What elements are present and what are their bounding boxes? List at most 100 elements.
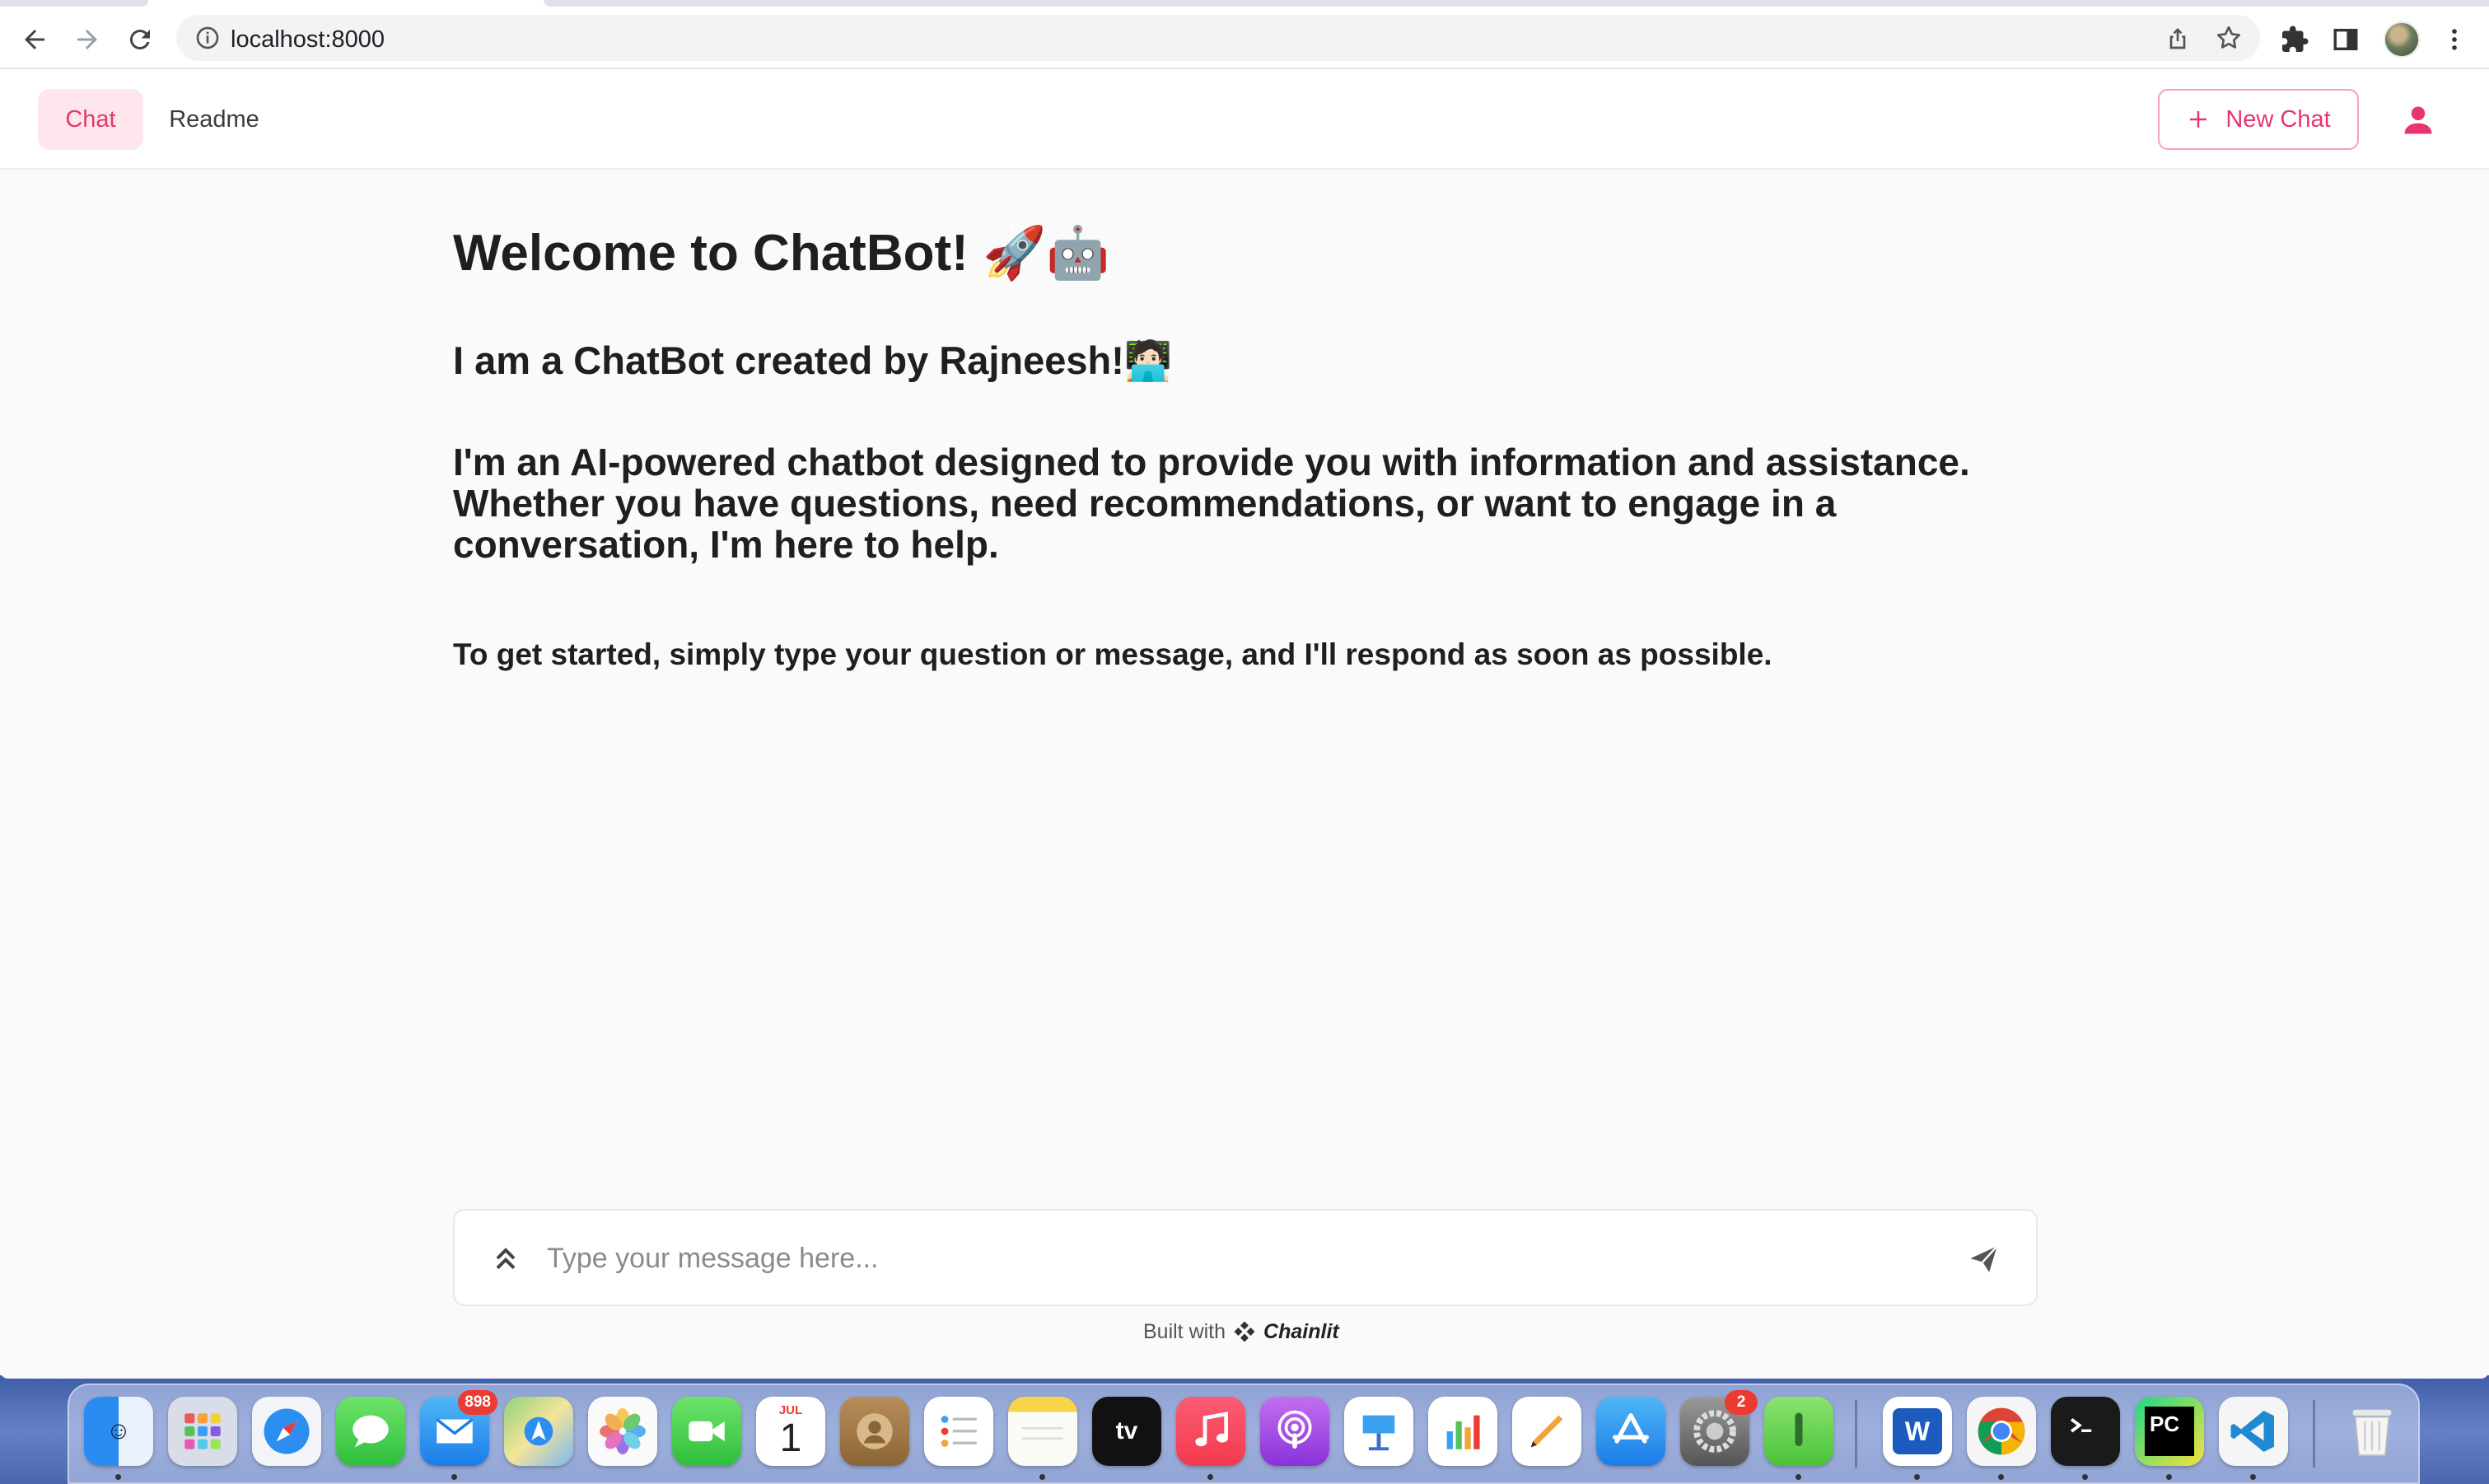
calendar-day: 1 — [779, 1416, 802, 1460]
forward-button[interactable] — [69, 21, 105, 58]
reminders-icon[interactable] — [924, 1397, 993, 1466]
pages-icon[interactable] — [1512, 1397, 1581, 1466]
safari-icon[interactable] — [252, 1397, 321, 1466]
maps-icon[interactable] — [504, 1397, 573, 1466]
reload-button[interactable] — [122, 21, 158, 58]
user-icon[interactable] — [2400, 102, 2436, 138]
address-bar[interactable]: localhost:8000 — [176, 15, 2260, 61]
built-with-footer: Built with Chainlit — [1143, 1319, 1339, 1344]
chrome-icon[interactable] — [1967, 1397, 2036, 1466]
window-bottom-edge — [0, 1370, 2489, 1379]
tabstrip-background — [544, 0, 2489, 7]
calendar-icon[interactable]: JUL 1 — [756, 1397, 825, 1466]
built-with-text: Built with — [1143, 1319, 1226, 1343]
chrome-logo-icon — [1978, 1407, 2025, 1455]
side-panel-button[interactable] — [2329, 23, 2362, 56]
share-icon[interactable] — [2164, 25, 2191, 51]
reload-icon — [129, 30, 150, 50]
app-store-icon[interactable] — [1596, 1397, 1665, 1466]
utility-app-icon[interactable] — [1764, 1397, 1833, 1466]
keynote-icon[interactable] — [1344, 1397, 1413, 1466]
browser-tab[interactable] — [0, 0, 148, 7]
mail-badge: 898 — [458, 1390, 497, 1415]
running-indicator — [1039, 1474, 1045, 1480]
running-indicator — [2166, 1474, 2172, 1480]
podcasts-icon[interactable] — [1260, 1397, 1329, 1466]
flower-icon — [600, 1408, 646, 1454]
arrow-left-icon — [25, 30, 44, 49]
new-chat-button[interactable]: New Chat — [2158, 89, 2359, 150]
messages-icon[interactable] — [336, 1397, 405, 1466]
contacts-icon[interactable] — [840, 1397, 909, 1466]
welcome-subtitle: I am a ChatBot created by Rajneesh!🧑🏻‍💻 — [453, 338, 1173, 382]
chainlit-logo-icon — [1234, 1321, 1255, 1342]
dock-separator — [1855, 1400, 1857, 1468]
side-panel-icon — [2333, 28, 2358, 51]
apple-tv-icon[interactable]: tv — [1092, 1397, 1161, 1466]
bookmark-star-icon[interactable] — [2214, 23, 2244, 53]
dock: ☺ 898 JUL 1 tv 2 W PC — [68, 1384, 2420, 1484]
running-indicator — [1914, 1474, 1920, 1480]
browser-profile-avatar[interactable] — [2384, 21, 2420, 58]
arrow-right-icon — [77, 30, 97, 49]
tv-label: tv — [1115, 1417, 1138, 1444]
notes-icon[interactable] — [1008, 1397, 1077, 1466]
back-button[interactable] — [16, 21, 53, 58]
grid-icon — [184, 1413, 221, 1449]
settings-badge: 2 — [1725, 1390, 1758, 1415]
facetime-icon[interactable] — [672, 1397, 741, 1466]
compass-icon — [264, 1408, 310, 1454]
extensions-button[interactable] — [2278, 23, 2311, 56]
chevrons-up-icon[interactable] — [489, 1242, 522, 1275]
pycharm-icon[interactable]: PC — [2135, 1397, 2204, 1466]
info-icon[interactable] — [194, 25, 221, 51]
plus-icon — [2190, 111, 2207, 128]
photos-icon[interactable] — [588, 1397, 657, 1466]
podium-icon — [1362, 1415, 1395, 1451]
numbers-icon[interactable] — [1428, 1397, 1497, 1466]
puzzle-icon — [2282, 26, 2309, 52]
music-icon[interactable] — [1176, 1397, 1245, 1466]
chainlit-brand[interactable]: Chainlit — [1263, 1320, 1339, 1344]
vscode-icon[interactable] — [2219, 1397, 2288, 1466]
video-camera-icon — [689, 1421, 725, 1442]
browser-toolbar: localhost:8000 — [0, 7, 2489, 69]
checklist-icon — [941, 1416, 977, 1447]
running-indicator — [115, 1474, 121, 1480]
message-input[interactable] — [547, 1230, 1914, 1286]
mail-icon[interactable]: 898 — [420, 1390, 497, 1466]
url-text[interactable]: localhost:8000 — [231, 26, 385, 54]
music-note-icon — [1195, 1412, 1228, 1447]
pen-icon — [1530, 1415, 1563, 1448]
test-tube-icon — [1795, 1412, 1803, 1446]
podcast-icon — [1277, 1410, 1312, 1449]
trash-icon[interactable] — [2337, 1397, 2407, 1466]
terminal-prompt-icon — [2070, 1417, 2092, 1433]
finder-icon[interactable]: ☺ — [84, 1397, 153, 1466]
app-header: Chat Readme New Chat — [0, 69, 2489, 170]
word-icon[interactable]: W — [1883, 1397, 1952, 1466]
person-icon — [857, 1413, 893, 1449]
speech-bubble-icon — [353, 1415, 389, 1448]
running-indicator — [1796, 1474, 1801, 1480]
trash-can-icon — [2352, 1409, 2392, 1457]
message-composer — [453, 1209, 2038, 1306]
system-settings-icon[interactable]: 2 — [1680, 1390, 1758, 1466]
browser-menu-button[interactable] — [2438, 23, 2471, 56]
bar-chart-icon — [1446, 1415, 1480, 1449]
tab-readme[interactable]: Readme — [150, 89, 278, 150]
welcome-description: I'm an AI-powered chatbot designed to pr… — [453, 441, 1970, 566]
running-indicator — [1207, 1474, 1213, 1480]
new-chat-label: New Chat — [2225, 105, 2331, 133]
send-icon[interactable] — [1967, 1242, 2001, 1276]
more-vertical-icon — [2452, 29, 2457, 50]
running-indicator — [2082, 1474, 2088, 1480]
word-letter: W — [1893, 1408, 1942, 1454]
running-indicator — [451, 1474, 457, 1480]
running-indicator — [1998, 1474, 2004, 1480]
terminal-icon[interactable] — [2051, 1397, 2120, 1466]
lined-paper-icon — [1022, 1427, 1063, 1440]
tab-chat[interactable]: Chat — [38, 89, 143, 150]
launchpad-icon[interactable] — [168, 1397, 237, 1466]
welcome-title: Welcome to ChatBot! 🚀🤖 — [453, 225, 1110, 282]
